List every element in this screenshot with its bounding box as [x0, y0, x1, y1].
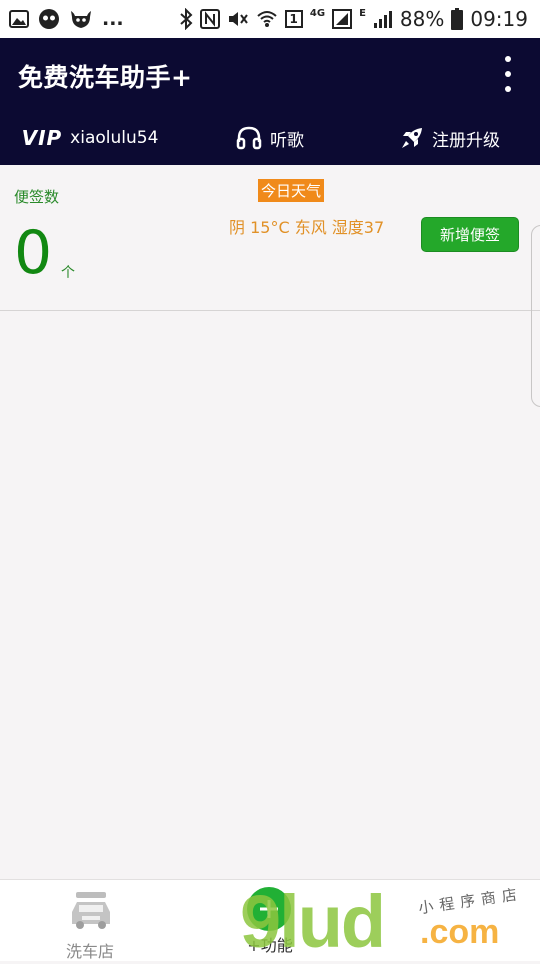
car-wash-icon — [68, 890, 114, 932]
status-bar: ... 1 4G E 88% 09:19 — [0, 0, 540, 38]
notes-panel: 便签数 0 个 今日天气 阴 15°C 东风 湿度37 新增便签 — [0, 165, 540, 311]
image-icon — [9, 10, 29, 28]
nav-functions-label: +功能 — [247, 936, 293, 955]
tab-upgrade[interactable]: 注册升级 — [360, 126, 540, 151]
tab-vip[interactable]: VIP xiaolulu54 — [0, 126, 180, 150]
vip-logo: VIP — [21, 126, 63, 150]
more-dot — [505, 56, 511, 62]
plus-icon — [247, 887, 291, 931]
notes-count-label: 便签数 — [14, 188, 60, 206]
cow-icon — [69, 8, 93, 30]
more-options-button[interactable] — [498, 56, 518, 92]
notes-count: 0 — [14, 218, 53, 288]
battery-percent: 88% — [399, 7, 445, 31]
e-label: E — [359, 7, 366, 19]
signal-icon — [373, 9, 393, 29]
bottom-nav: 洗车店 +功能 — [0, 879, 540, 961]
edge-panel-handle[interactable] — [531, 225, 540, 407]
mute-icon — [227, 9, 249, 29]
tab-music[interactable]: 听歌 — [180, 126, 360, 151]
username-label: xiaolulu54 — [70, 128, 159, 148]
header-tabs: VIP xiaolulu54 听歌 注册升级 — [0, 116, 540, 160]
music-label: 听歌 — [270, 130, 304, 151]
face-icon — [38, 8, 60, 30]
more-dot — [505, 86, 511, 92]
headphones-icon — [236, 126, 262, 150]
weather-title: 今日天气 — [258, 179, 325, 202]
bluetooth-icon — [179, 8, 193, 30]
notes-unit: 个 — [61, 265, 75, 281]
nav-car-wash-label: 洗车店 — [65, 942, 114, 961]
nav-functions[interactable]: +功能 — [220, 882, 320, 960]
upgrade-label: 注册升级 — [432, 130, 500, 151]
clock: 09:19 — [470, 7, 528, 31]
battery-icon — [451, 8, 464, 30]
signal-box-icon — [332, 9, 353, 29]
status-more: ... — [102, 8, 124, 30]
app-header: 免费洗车助手+ VIP xiaolulu54 听歌 注册升级 — [0, 38, 540, 165]
nfc-icon — [199, 9, 220, 29]
network-label: 4G — [309, 7, 326, 19]
rocket-icon — [400, 126, 424, 150]
more-dot — [505, 71, 511, 77]
sim-badge: 1 — [284, 10, 303, 28]
wifi-icon — [256, 9, 278, 29]
app-title: 免费洗车助手+ — [18, 63, 193, 92]
add-note-button[interactable]: 新增便签 — [421, 217, 519, 252]
nav-car-wash[interactable]: 洗车店 — [40, 888, 140, 961]
weather-info: 阴 15°C 东风 湿度37 — [229, 218, 385, 237]
